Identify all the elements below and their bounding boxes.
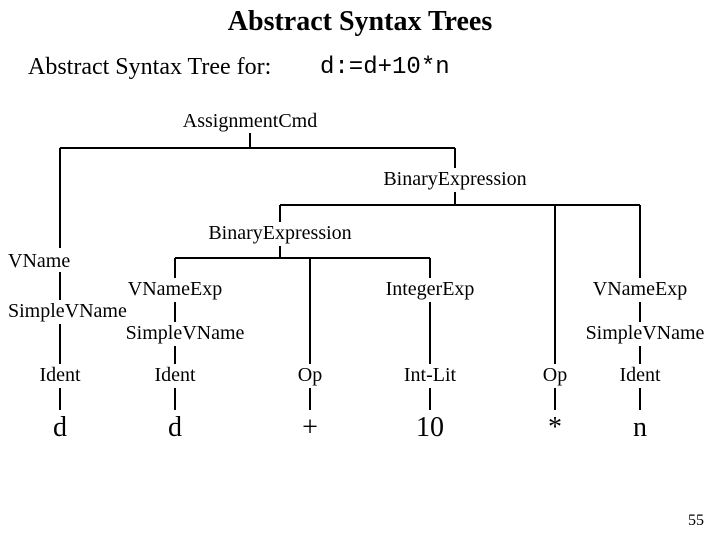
tree-edges [0, 0, 720, 540]
page-number: 55 [688, 512, 704, 530]
node-simple-vname-mid: SimpleVName [115, 322, 255, 345]
leaf-d-rhs: d [159, 412, 191, 444]
node-op-plus: Op [288, 364, 332, 387]
node-vname-exp-left: VNameExp [120, 278, 230, 301]
leaf-n: n [624, 412, 656, 444]
leaf-d-lhs: d [44, 412, 76, 444]
node-vname-exp-right: VNameExp [585, 278, 695, 301]
leaf-plus: + [294, 412, 326, 444]
node-binary-expression-outer: BinaryExpression [375, 168, 535, 191]
expression-code: d:=d+10*n [320, 54, 450, 81]
node-ident-1: Ident [30, 364, 90, 387]
node-assignment-cmd: AssignmentCmd [175, 110, 325, 133]
node-simple-vname-left: SimpleVName [8, 300, 148, 323]
slide-title: Abstract Syntax Trees [0, 6, 720, 38]
node-integer-exp: IntegerExp [375, 278, 485, 301]
node-op-star: Op [533, 364, 577, 387]
slide-subtitle: Abstract Syntax Tree for: [28, 54, 271, 81]
leaf-ten: 10 [408, 412, 452, 444]
node-simple-vname-right: SimpleVName [575, 322, 715, 345]
node-vname: VName [8, 250, 108, 273]
node-ident-2: Ident [145, 364, 205, 387]
node-ident-3: Ident [610, 364, 670, 387]
leaf-star: * [539, 412, 571, 444]
node-int-lit: Int-Lit [396, 364, 464, 387]
node-binary-expression-inner: BinaryExpression [200, 222, 360, 245]
